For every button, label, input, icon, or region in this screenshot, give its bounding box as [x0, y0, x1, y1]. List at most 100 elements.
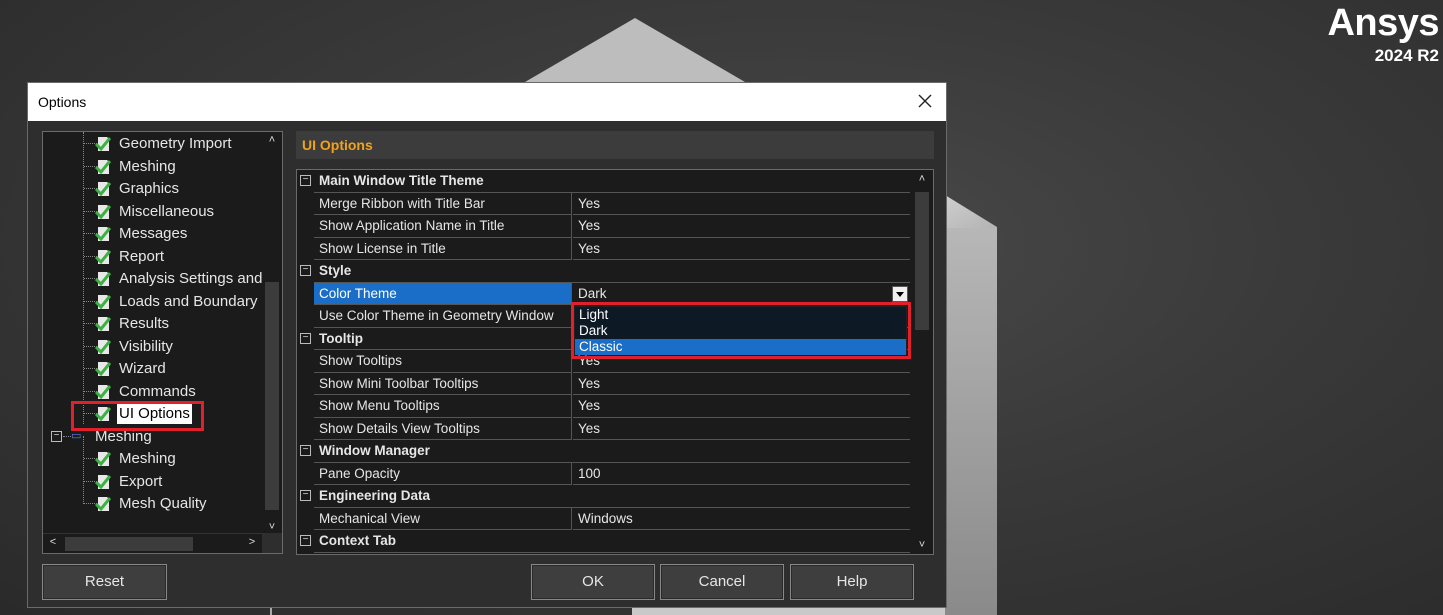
reset-button[interactable]: Reset	[42, 564, 167, 600]
tree-item[interactable]: Visibility	[43, 336, 263, 357]
tree-item[interactable]: Wizard	[43, 358, 263, 379]
property-value[interactable]: Yes	[573, 193, 910, 215]
property-name: Pane Opacity	[314, 462, 572, 485]
property-name: Use Color Theme in Geometry Window	[314, 305, 572, 328]
tree-item[interactable]: Report	[43, 246, 263, 267]
row-gutter	[297, 507, 314, 530]
tree-item-label: Miscellaneous	[119, 202, 215, 220]
grid-section-row[interactable]: − Main Window Title Theme	[297, 170, 910, 193]
check-icon	[95, 249, 111, 264]
tree-item-label: Mesh Quality	[119, 495, 207, 512]
scroll-right-icon[interactable]: >	[244, 536, 260, 548]
tree-item[interactable]: Mesh Quality	[43, 493, 263, 514]
property-value[interactable]: Windows	[573, 508, 910, 530]
close-icon[interactable]	[916, 92, 934, 110]
scroll-left-icon[interactable]: <	[45, 536, 61, 548]
property-name: Show Mini Toolbar Tooltips	[314, 372, 572, 395]
tree-item-label: Analysis Settings and	[119, 270, 263, 287]
tree-item[interactable]: Meshing	[43, 156, 263, 177]
grid-property-row[interactable]: Show Menu Tooltips Yes	[297, 395, 910, 418]
scroll-down-icon[interactable]: ˅	[914, 539, 930, 551]
tree-item[interactable]: Miscellaneous	[43, 201, 263, 222]
collapse-icon[interactable]: −	[300, 535, 311, 546]
collapse-icon[interactable]: −	[300, 265, 311, 276]
collapse-icon[interactable]: −	[300, 175, 311, 186]
tree-item-label: Visibility	[119, 337, 173, 355]
tree-item[interactable]: Loads and Boundary	[43, 291, 263, 312]
check-icon	[95, 474, 111, 489]
grid-property-row[interactable]: Show License in Title Yes	[297, 237, 910, 260]
property-value-text: Windows	[578, 510, 633, 526]
property-value-text: Yes	[578, 420, 601, 436]
tree-item[interactable]: Export	[43, 471, 263, 492]
tree-item[interactable]: Analysis Settings and	[43, 268, 263, 289]
collapse-icon[interactable]: −	[300, 490, 311, 501]
tree-item[interactable]: Geometry Import	[43, 133, 263, 154]
collapse-icon[interactable]: −	[300, 332, 311, 344]
check-icon	[95, 227, 111, 242]
options-tree: Geometry Import Meshing Graphics Miscellane…	[42, 131, 283, 554]
grid-property-row[interactable]: Show Details View Tooltips Yes	[297, 417, 910, 440]
grid-property-row[interactable]: Show Application Name in Title Yes	[297, 215, 910, 238]
scrollbar-thumb[interactable]	[65, 537, 193, 551]
help-button[interactable]: Help	[790, 564, 914, 600]
property-value[interactable]: Yes	[573, 418, 910, 440]
dialog-titlebar: Options	[28, 83, 946, 121]
property-name: Show License in Title	[314, 237, 572, 260]
row-gutter	[297, 215, 314, 238]
tree-item[interactable]: Graphics	[43, 178, 263, 199]
property-value[interactable]: Yes	[573, 373, 910, 395]
grid-property-row[interactable]: Pane Opacity 100	[297, 462, 910, 485]
tree-vertical-scrollbar[interactable]: ˄ ˅	[262, 132, 282, 535]
property-name: Merge Ribbon with Title Bar	[314, 192, 572, 215]
scroll-up-icon[interactable]: ˄	[914, 173, 930, 185]
tree-horizontal-scrollbar[interactable]: < >	[43, 533, 262, 553]
property-value[interactable]: Yes	[573, 215, 910, 238]
property-value[interactable]: Yes	[573, 238, 910, 260]
tree-item-label: Export	[119, 472, 163, 490]
property-name: Window Manager	[314, 440, 910, 463]
background-triangle	[525, 18, 745, 82]
scroll-down-icon[interactable]: ˅	[264, 521, 280, 533]
row-gutter	[297, 192, 314, 215]
tree-item-label: Results	[119, 315, 170, 332]
scrollbar-thumb[interactable]	[265, 282, 279, 510]
tree-item[interactable]: Messages	[43, 223, 263, 244]
scroll-up-icon[interactable]: ˄	[264, 134, 280, 146]
property-value-text: Yes	[578, 195, 601, 211]
dialog-title: Options	[38, 94, 87, 110]
grid-section-row[interactable]: − Window Manager	[297, 440, 910, 463]
property-value-text: Yes	[578, 398, 601, 413]
grid-section-row[interactable]: − Style	[297, 260, 910, 283]
check-icon	[95, 294, 111, 309]
collapse-icon[interactable]: −	[300, 445, 311, 456]
grid-property-row[interactable]: Show Mini Toolbar Tooltips Yes	[297, 372, 910, 395]
cancel-button[interactable]: Cancel	[660, 564, 784, 600]
tree-item-label: Geometry Import	[119, 135, 232, 152]
check-icon	[95, 497, 111, 512]
grid-section-row[interactable]: − Context Tab	[297, 530, 910, 553]
property-name: Color Theme	[314, 282, 572, 305]
row-gutter	[297, 237, 314, 260]
collapse-icon[interactable]: −	[51, 430, 62, 442]
tree-item-label: Wizard	[119, 360, 166, 377]
property-name: Show Application Name in Title	[314, 215, 572, 238]
property-value[interactable]: Yes	[573, 395, 910, 418]
grid-section-row[interactable]: − Engineering Data	[297, 485, 910, 508]
dropdown-arrow-icon[interactable]	[892, 285, 908, 302]
grid-property-row[interactable]: Merge Ribbon with Title Bar Yes	[297, 192, 910, 215]
grid-vertical-scrollbar[interactable]: ˄ ˅	[911, 170, 933, 554]
ok-button[interactable]: OK	[531, 564, 655, 600]
tree-item[interactable]: Commands	[43, 381, 263, 402]
row-gutter	[297, 395, 314, 418]
panel-header: UI Options	[296, 131, 934, 159]
background-line	[270, 607, 272, 615]
tree-item[interactable]: Results	[43, 313, 263, 334]
tree-item[interactable]: Meshing	[43, 448, 263, 469]
logo-wordmark: Ansys	[1327, 2, 1439, 44]
highlight-box-dropdown	[571, 302, 911, 359]
tree-item-label: Loads and Boundary	[119, 292, 258, 310]
scrollbar-thumb[interactable]	[915, 192, 929, 330]
grid-property-row[interactable]: Mechanical View Windows	[297, 507, 910, 530]
property-value[interactable]: 100	[573, 463, 910, 485]
